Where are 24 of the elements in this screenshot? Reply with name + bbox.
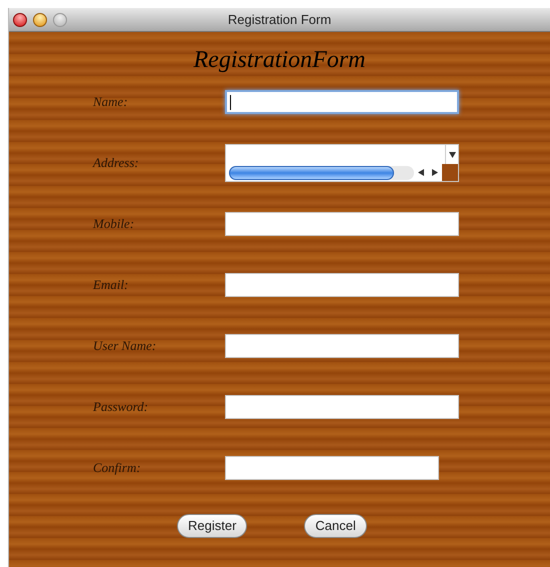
field-label: User Name: bbox=[93, 337, 158, 356]
cancel-button[interactable]: Cancel bbox=[304, 514, 367, 538]
close-icon[interactable] bbox=[13, 13, 27, 27]
text-field[interactable] bbox=[225, 273, 459, 297]
window-title: Registration Form bbox=[228, 10, 332, 29]
field-label: Name: bbox=[93, 93, 129, 112]
zoom-icon bbox=[53, 13, 67, 27]
text-field[interactable] bbox=[225, 90, 459, 114]
scroll-right-icon[interactable] bbox=[432, 169, 438, 176]
horizontal-scrollbar[interactable] bbox=[229, 166, 414, 180]
address-field[interactable] bbox=[225, 144, 459, 182]
text-field[interactable] bbox=[225, 456, 439, 480]
field-label: Mobile: bbox=[93, 215, 136, 234]
text-field[interactable] bbox=[225, 334, 459, 358]
field-label: Address: bbox=[93, 154, 140, 172]
text-field[interactable] bbox=[225, 395, 459, 419]
scroll-left-icon[interactable] bbox=[418, 169, 424, 176]
form-heading: RegistrationForm bbox=[194, 46, 366, 75]
text-field[interactable] bbox=[225, 212, 459, 236]
field-label: Password: bbox=[93, 398, 150, 416]
minimize-icon[interactable] bbox=[33, 13, 47, 27]
field-label: Email: bbox=[93, 276, 130, 294]
register-button[interactable]: Register bbox=[177, 514, 248, 538]
field-label: Confirm: bbox=[93, 459, 142, 478]
